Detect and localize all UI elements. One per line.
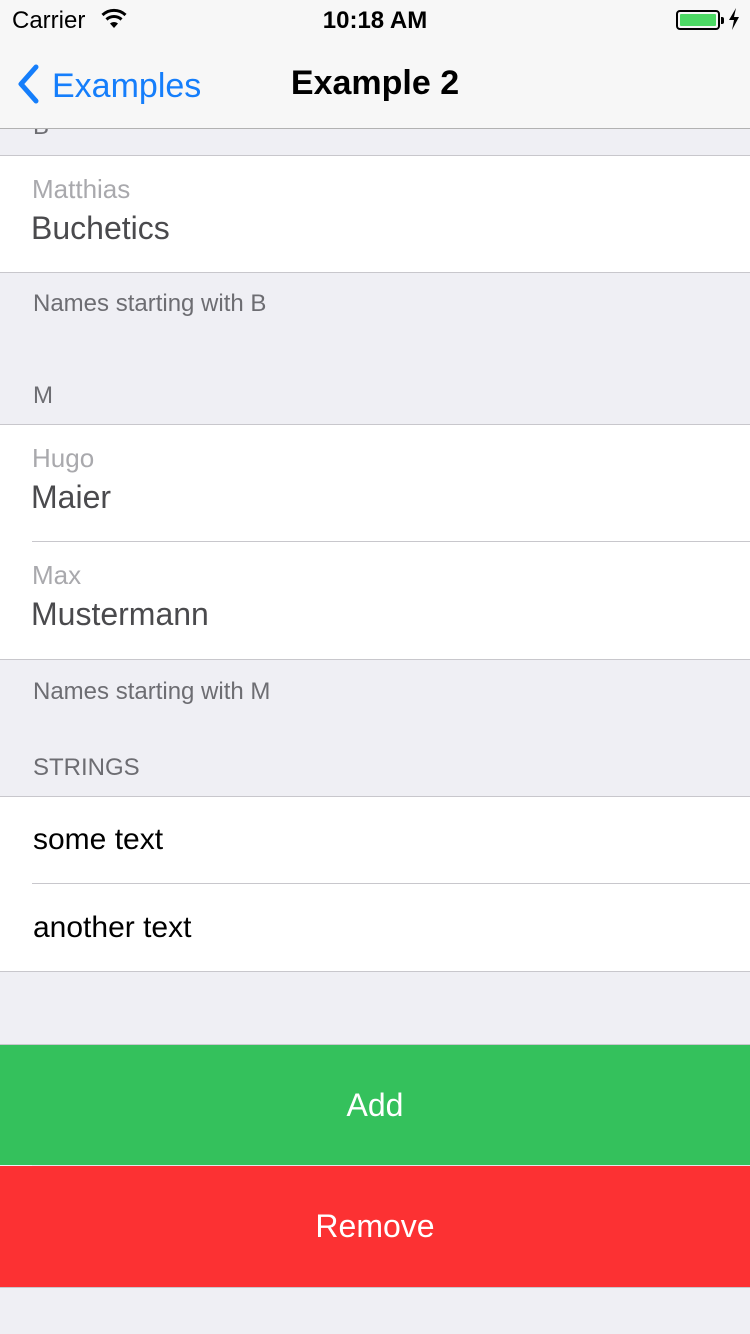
divider xyxy=(0,1287,750,1288)
list-item[interactable]: Max Mustermann xyxy=(0,542,750,659)
divider xyxy=(0,971,750,972)
divider xyxy=(0,659,750,660)
status-time: 10:18 AM xyxy=(322,7,428,34)
list-item-title: Mustermann xyxy=(31,596,209,632)
add-button-label: Add xyxy=(346,1086,404,1123)
section-header-m: M xyxy=(33,382,53,409)
list-item[interactable]: another text xyxy=(0,884,750,971)
list-item[interactable]: Hugo Maier xyxy=(0,425,750,541)
remove-button-label: Remove xyxy=(315,1208,435,1244)
divider xyxy=(0,272,750,273)
list-item-subtitle: Max xyxy=(32,560,82,590)
list-item-subtitle: Matthias xyxy=(32,174,131,204)
section-m-cells: Hugo Maier Max Mustermann xyxy=(0,425,750,659)
table-view[interactable]: B Matthias Buchetics Names starting with… xyxy=(0,129,750,1334)
battery-icon xyxy=(676,10,724,30)
section-header-label: B xyxy=(33,129,49,141)
list-item[interactable]: Matthias Buchetics xyxy=(0,156,750,272)
list-item-title: Buchetics xyxy=(31,210,170,246)
section-footer-b: Names starting with B xyxy=(33,290,267,317)
status-bar: Carrier 10:18 AM xyxy=(0,0,750,40)
list-item-subtitle: Hugo xyxy=(32,443,95,473)
remove-button[interactable]: Remove xyxy=(0,1166,750,1287)
list-item-title: another text xyxy=(33,911,192,944)
list-item-title: Maier xyxy=(31,479,112,515)
section-header-strings: STRINGS xyxy=(33,754,140,781)
page-title: Example 2 xyxy=(290,64,460,102)
section-footer-m: Names starting with M xyxy=(33,678,271,705)
list-item[interactable]: some text xyxy=(0,797,750,884)
list-item-title: some text xyxy=(33,823,164,856)
section-header-b: B xyxy=(0,129,750,141)
add-button[interactable]: Add xyxy=(0,1045,750,1165)
section-strings-cells: some text another text xyxy=(0,797,750,971)
charging-bolt-icon xyxy=(728,8,740,35)
navigation-bar: Examples Example 2 xyxy=(0,40,750,129)
